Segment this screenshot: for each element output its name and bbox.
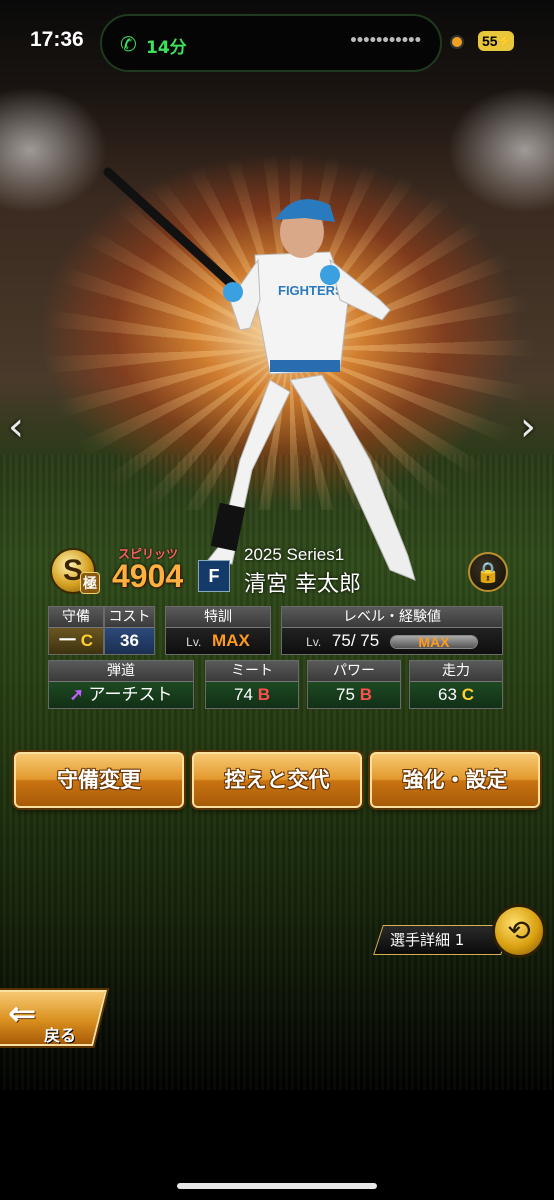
player-illustration: FIGHTERS <box>103 167 416 581</box>
stat-meet-label: ミート <box>206 661 298 682</box>
defense-grade: C <box>80 631 93 650</box>
trajectory-value: アーチスト <box>88 685 173 704</box>
stat-special-training-value: Lv. MAX <box>166 628 270 654</box>
meet-grade: B <box>257 685 270 704</box>
swap-icon: ⟲ <box>507 914 531 947</box>
exp-bar-label: MAX <box>418 633 450 650</box>
bat <box>103 167 243 295</box>
defense-change-button[interactable]: 守備変更 <box>14 752 184 808</box>
jersey-logo: FIGHTERS <box>278 283 344 298</box>
next-player-arrow-icon[interactable]: › <box>520 404 536 450</box>
battery-level: 55 <box>482 33 498 49</box>
call-duration: 14分 <box>146 38 187 58</box>
stat-trajectory: 弾道 ➚ アーチスト <box>48 660 194 709</box>
back-label[interactable]: 戻る <box>44 1022 76 1046</box>
home-indicator[interactable] <box>177 1183 377 1189</box>
spirits-value: 4904 <box>112 558 184 594</box>
level-lv: Lv. <box>306 635 322 649</box>
defense-position: 一 <box>58 631 76 650</box>
stat-speed: 走力 63 C <box>409 660 503 709</box>
trajectory-arrow-icon: ➚ <box>69 685 84 704</box>
level-value: 75/ 75 <box>331 631 380 650</box>
power-value: 75 <box>336 685 355 704</box>
power-grade: B <box>359 685 372 704</box>
stat-defense-value: 一 C <box>49 628 103 654</box>
stat-cost-label: コスト <box>105 607 154 628</box>
stat-cost: コスト 36 <box>104 606 155 655</box>
team-logo-icon: F <box>198 560 230 592</box>
stat-trajectory-value: ➚ アーチスト <box>49 682 193 708</box>
stat-trajectory-label: 弾道 <box>49 661 193 682</box>
stat-level-exp-label: レベル・経験値 <box>282 607 502 628</box>
special-training-lv: Lv. <box>186 635 202 649</box>
player-right-glove <box>320 265 340 285</box>
privacy-dot-icon <box>450 35 464 49</box>
enhance-settings-button[interactable]: 強化・設定 <box>370 752 540 808</box>
player-left-glove <box>223 282 243 302</box>
stat-meet: ミート 74 B <box>205 660 299 709</box>
stat-speed-value: 63 C <box>410 682 502 708</box>
battery-indicator: 55 ⚡ <box>478 31 514 51</box>
stat-special-training-label: 特訓 <box>166 607 270 628</box>
stat-meet-value: 74 B <box>206 682 298 708</box>
lock-icon: 🔒 <box>475 560 501 584</box>
stat-speed-label: 走力 <box>410 661 502 682</box>
stat-level-exp-value: Lv. 75/ 75 MAX <box>282 628 502 654</box>
rank-tag: 極 <box>80 572 100 594</box>
call-waveform: ••••••••••• <box>349 33 422 49</box>
previous-player-arrow-icon[interactable]: ‹ <box>8 404 24 450</box>
special-training-max: MAX <box>212 631 250 650</box>
stat-defense-label: 守備 <box>49 607 103 628</box>
speed-value: 63 <box>438 685 457 704</box>
stat-power: パワー 75 B <box>307 660 401 709</box>
player-name: 清宮 幸太郎 <box>244 572 361 597</box>
lock-button[interactable]: 🔒 <box>468 552 508 592</box>
stat-special-training: 特訓 Lv. MAX <box>165 606 271 655</box>
player-shin-guard <box>210 502 246 552</box>
charging-icon: ⚡ <box>497 34 512 48</box>
player-belt <box>270 360 340 372</box>
speed-grade: C <box>461 685 474 704</box>
back-arrow-icon[interactable]: ⇐ <box>8 994 37 1034</box>
phone-icon: ✆ <box>120 32 137 56</box>
meet-value: 74 <box>234 685 253 704</box>
bench-swap-button[interactable]: 控えと交代 <box>192 752 362 808</box>
series-label: 2025 Series1 <box>244 545 345 564</box>
exp-bar: MAX <box>389 633 478 650</box>
stat-power-label: パワー <box>308 661 400 682</box>
stat-defense: 守備 一 C <box>48 606 104 655</box>
stat-cost-value: 36 <box>105 628 154 654</box>
player-detail-label[interactable]: 選手詳細 1 <box>390 929 464 950</box>
swap-view-button[interactable]: ⟲ <box>492 904 546 958</box>
stat-level-exp: レベル・経験値 Lv. 75/ 75 MAX <box>281 606 503 655</box>
stat-power-value: 75 B <box>308 682 400 708</box>
status-time: 17:36 <box>30 28 84 51</box>
call-indicator[interactable]: ✆ 14分 ••••••••••• <box>100 14 442 72</box>
